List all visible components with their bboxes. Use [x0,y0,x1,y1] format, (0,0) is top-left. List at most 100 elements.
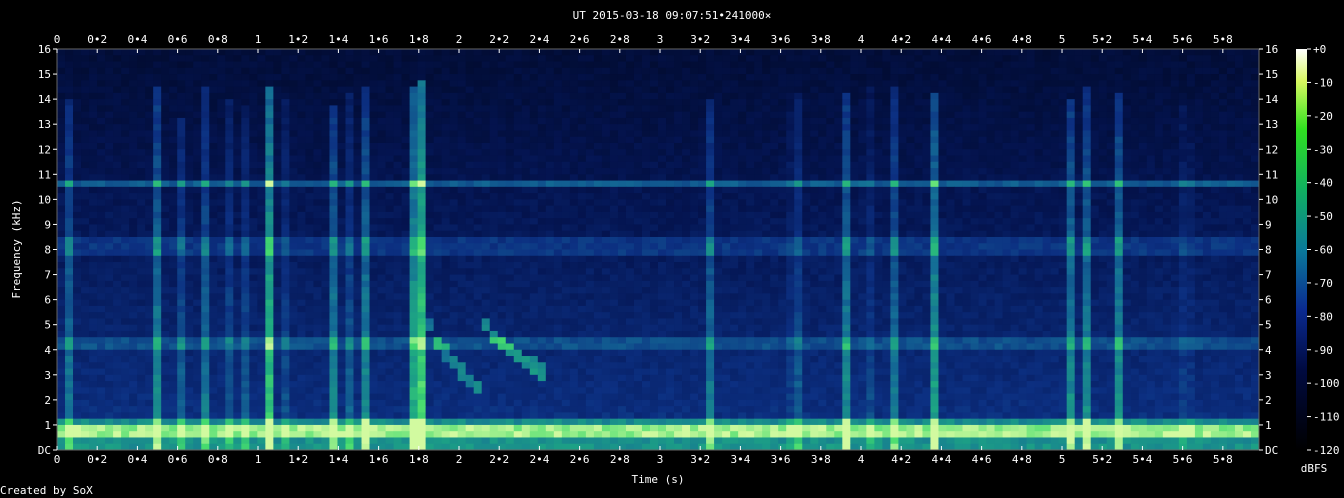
heatmap-cell [545,111,555,119]
heatmap-cell [113,199,122,207]
heatmap-cell [738,67,747,75]
heatmap-cell [145,243,154,250]
heatmap-cell [633,155,643,163]
heatmap-cell [489,224,499,232]
heatmap-cell [281,149,290,156]
heatmap-cell [690,74,699,81]
heatmap-cell [57,142,66,150]
heatmap-cell [537,149,547,156]
heatmap-cell [1026,149,1036,156]
heatmap-cell [690,249,699,257]
heatmap-cell [1226,211,1236,219]
heatmap-cell [730,224,739,232]
heatmap-cell [794,149,803,156]
heatmap-cell [353,130,362,138]
heatmap-cell [1226,117,1236,125]
heatmap-cell [329,124,338,131]
heatmap-cell [193,130,202,138]
heatmap-cell [1034,155,1044,163]
heatmap-cell [850,111,859,119]
heatmap-cell [898,99,907,106]
heatmap-cell [553,55,563,62]
heatmap-cell [1090,136,1100,144]
heatmap-cell [1242,130,1252,138]
heatmap-cell [313,149,322,156]
heatmap-cell [1138,218,1148,225]
heatmap-cell [513,67,523,75]
heatmap-cell [746,111,755,119]
heatmap-cell [666,99,675,106]
heatmap-cell [938,186,947,194]
heatmap-cell [954,174,963,181]
heatmap-cell [225,224,234,232]
heatmap-cell [786,230,795,238]
heatmap-cell [393,61,402,69]
heatmap-cell [1242,49,1252,56]
heatmap-cell [273,130,282,138]
heatmap-cell [153,99,162,106]
heatmap-cell [1010,180,1019,188]
heatmap-cell [337,193,346,200]
heatmap-cell [465,80,475,87]
heatmap-cell [393,149,402,156]
heatmap-cell [666,211,675,219]
heatmap-cell [1106,149,1116,156]
heatmap-cell [529,193,539,200]
heatmap-cell [433,180,443,188]
heatmap-cell [1122,224,1132,232]
heatmap-cell [489,49,499,56]
heatmap-cell [489,67,499,75]
heatmap-cell [545,218,555,225]
heatmap-cell [513,180,523,188]
heatmap-cell [441,236,451,244]
heatmap-cell [121,55,130,62]
heatmap-cell [329,130,338,138]
heatmap-cell [145,111,154,119]
heatmap-cell [1090,186,1100,194]
heatmap-cell [209,61,218,69]
heatmap-cell [1162,168,1172,175]
heatmap-cell [1242,243,1252,250]
heatmap-cell [609,174,619,181]
heatmap-cell [105,193,114,200]
heatmap-cell [289,117,298,125]
heatmap-cell [273,230,282,238]
heatmap-cell [1218,211,1228,219]
heatmap-cell [890,80,899,87]
heatmap-cell [1090,211,1100,219]
heatmap-cell [682,249,691,257]
heatmap-cell [1026,249,1036,257]
heatmap-cell [57,55,66,62]
heatmap-cell [1026,86,1036,94]
heatmap-cell [145,55,154,62]
heatmap-cell [105,124,114,131]
heatmap-cell [786,86,795,94]
heatmap-cell [401,67,410,75]
heatmap-cell [994,80,1003,87]
heatmap-cell [1226,105,1236,113]
heatmap-cell [337,111,346,119]
heatmap-cell [649,218,659,225]
heatmap-cell [1058,199,1068,207]
heatmap-cell [337,243,346,250]
heatmap-cell [145,149,154,156]
heatmap-cell [137,249,146,257]
heatmap-cell [313,105,322,113]
heatmap-cell [169,105,178,113]
heatmap-cell [738,142,747,150]
heatmap-cell [297,149,306,156]
heatmap-cell [1002,249,1011,257]
heatmap-cell [225,218,234,225]
heatmap-cell [617,111,627,119]
heatmap-cell [978,142,987,150]
heatmap-cell [1042,155,1052,163]
heatmap-cell [1146,61,1156,69]
heatmap-cell [738,174,747,181]
heatmap-cell [666,186,675,194]
heatmap-cell [193,111,202,119]
heatmap-cell [1002,224,1011,232]
heatmap-cell [762,230,771,238]
heatmap-cell [385,199,394,207]
heatmap-cell [113,218,122,225]
heatmap-cell [754,205,763,213]
